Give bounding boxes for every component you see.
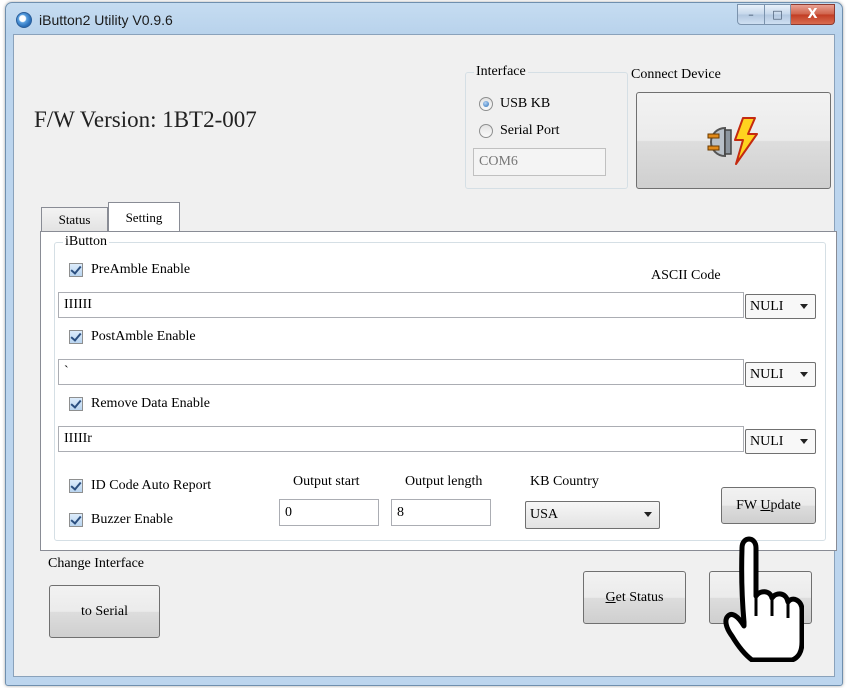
- tab-setting[interactable]: Setting: [108, 202, 180, 233]
- fw-update-label-acc: U: [760, 497, 771, 513]
- chevron-down-icon: [644, 512, 652, 517]
- title-bar[interactable]: iButton2 Utility V0.9.6 – □ X: [6, 3, 842, 35]
- preamble-input[interactable]: IIIIII: [58, 292, 744, 318]
- postamble-enable-checkbox[interactable]: PostAmble Enable: [69, 329, 196, 345]
- radio-serial-port[interactable]: Serial Port: [479, 123, 560, 139]
- radio-usb-kb-button[interactable]: [479, 97, 493, 111]
- close-button[interactable]: X: [791, 4, 835, 25]
- interface-group: Interface USB KB Serial Port COM6: [465, 64, 628, 189]
- ascii-code-label: ASCII Code: [651, 268, 721, 283]
- maximize-icon: □: [772, 8, 783, 21]
- output-start-label: Output start: [293, 474, 360, 489]
- buzzer-enable-label: Buzzer Enable: [91, 512, 174, 527]
- postamble-ascii-value: NULI: [750, 366, 784, 382]
- com-port-field: COM6: [473, 148, 606, 176]
- preamble-enable-label: PreAmble Enable: [91, 262, 191, 277]
- pointing-hand-icon: [723, 536, 804, 662]
- remove-data-enable-checkbox[interactable]: Remove Data Enable: [69, 396, 210, 412]
- ibutton-group: iButton PreAmble Enable ASCII Code IIIII…: [54, 234, 826, 541]
- remove-data-ascii-value: NULI: [750, 433, 784, 449]
- preamble-ascii-value: NULI: [750, 298, 784, 314]
- chevron-down-icon: [800, 303, 808, 309]
- output-length-input[interactable]: 8: [391, 499, 491, 526]
- output-start-input[interactable]: 0: [279, 499, 379, 526]
- client-area: F/W Version: 1BT2-007 Interface USB KB S…: [13, 34, 837, 677]
- minimize-icon: –: [748, 8, 754, 21]
- connect-device-button[interactable]: [636, 92, 831, 189]
- app-icon: [16, 12, 32, 28]
- change-interface-label: Change Interface: [48, 556, 144, 571]
- to-serial-button[interactable]: to Serial: [49, 585, 160, 638]
- id-code-auto-report-checkbox[interactable]: ID Code Auto Report: [69, 478, 211, 494]
- preamble-enable-checkbox[interactable]: PreAmble Enable: [69, 262, 190, 278]
- id-code-auto-report-check[interactable]: [69, 479, 83, 493]
- plug-lightning-icon: [707, 116, 758, 165]
- close-icon: X: [807, 7, 818, 22]
- preamble-enable-check[interactable]: [69, 263, 83, 277]
- app-window: iButton2 Utility V0.9.6 – □ X F/W Versio…: [5, 2, 843, 686]
- kb-country-value: USA: [530, 507, 559, 522]
- fw-update-button[interactable]: FW Update: [721, 487, 816, 524]
- caption-buttons: – □ X: [737, 4, 835, 25]
- buzzer-enable-check[interactable]: [69, 513, 83, 527]
- chevron-down-icon: [800, 371, 808, 377]
- ibutton-group-title: iButton: [63, 234, 110, 250]
- buzzer-enable-checkbox[interactable]: Buzzer Enable: [69, 512, 173, 528]
- radio-serial-port-label: Serial Port: [500, 123, 560, 138]
- radio-usb-kb-label: USB KB: [500, 96, 551, 111]
- fw-update-label-post: pdate: [770, 497, 801, 513]
- remove-data-enable-label: Remove Data Enable: [91, 396, 210, 411]
- postamble-enable-check[interactable]: [69, 330, 83, 344]
- radio-usb-kb[interactable]: USB KB: [479, 96, 550, 112]
- remove-data-input[interactable]: IIIIIr: [58, 426, 744, 452]
- chevron-down-icon: [800, 438, 808, 444]
- setting-tab-panel: iButton PreAmble Enable ASCII Code IIIII…: [40, 231, 837, 551]
- remove-data-ascii-select[interactable]: NULI: [745, 429, 816, 454]
- radio-serial-port-button[interactable]: [479, 124, 493, 138]
- id-code-auto-report-label: ID Code Auto Report: [91, 478, 212, 493]
- remove-data-enable-check[interactable]: [69, 397, 83, 411]
- interface-group-title: Interface: [474, 64, 528, 80]
- postamble-input[interactable]: `: [58, 359, 744, 385]
- minimize-button[interactable]: –: [737, 4, 765, 25]
- maximize-button[interactable]: □: [765, 4, 791, 25]
- postamble-ascii-select[interactable]: NULI: [745, 362, 816, 387]
- output-length-label: Output length: [405, 474, 483, 489]
- postamble-enable-label: PostAmble Enable: [91, 329, 196, 344]
- window-title: iButton2 Utility V0.9.6: [39, 12, 173, 28]
- get-status-label-post: et Status: [615, 589, 664, 605]
- connect-device-label: Connect Device: [631, 67, 721, 82]
- preamble-ascii-select[interactable]: NULI: [745, 294, 816, 319]
- kb-country-label: KB Country: [530, 474, 599, 489]
- get-status-button[interactable]: Get Status: [583, 571, 686, 624]
- fw-update-label-pre: FW: [736, 497, 761, 513]
- get-status-label-acc: G: [605, 589, 616, 605]
- kb-country-select[interactable]: USA: [525, 501, 660, 529]
- fw-version-label: F/W Version: 1BT2-007: [34, 107, 257, 132]
- tab-status[interactable]: Status: [41, 207, 108, 232]
